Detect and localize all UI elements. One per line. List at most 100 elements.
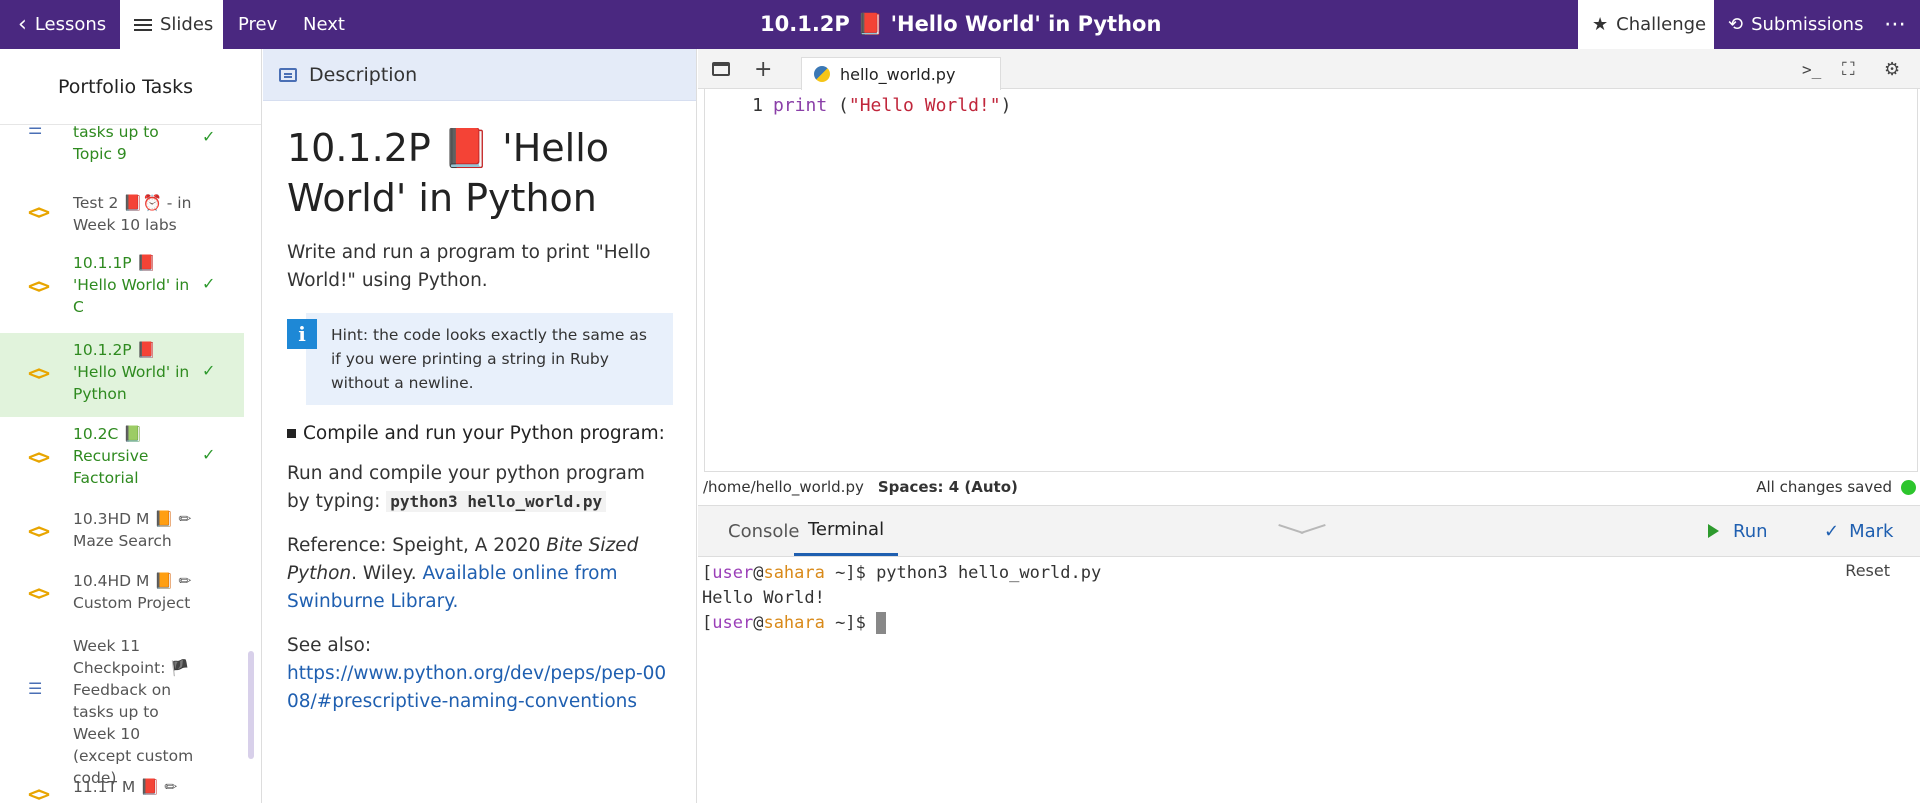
sidebar-item-label: Test 2 📕⏰ - in Week 10 labs [73, 194, 192, 234]
output-tab-bar: Console Terminal Run ✓ Mark [698, 505, 1920, 557]
document-icon: ☰ [28, 126, 43, 138]
prompt-at: @ [753, 613, 764, 633]
description-header-label: Description [309, 63, 418, 86]
task-list: ☰ tasks up to Topic 9 ✓ <> Test 2 📕⏰ - i… [0, 126, 244, 803]
sidebar-item-test-2[interactable]: <> Test 2 📕⏰ - in Week 10 labs [0, 190, 244, 246]
fullscreen-icon[interactable]: ⛶ [1842, 49, 1855, 89]
description-header: Description [263, 49, 696, 101]
editor-status-bar: /home/hello_world.py Spaces: 4 (Auto) Al… [698, 472, 1920, 502]
sidebar-item-checkpoint-9[interactable]: ☰ tasks up to Topic 9 ✓ [0, 126, 244, 175]
submissions-button[interactable]: ⟲ Submissions [1728, 0, 1863, 49]
sidebar-item-10-4hd[interactable]: <> 10.4HD M 📙 ✏ Custom Project [0, 563, 244, 623]
challenge-label: Challenge [1616, 14, 1707, 35]
prompt-host: sahara [763, 613, 825, 633]
top-bar: ‹ Lessons Slides Prev Next 10.1.2P 📕 'He… [0, 0, 1920, 49]
code-icon: <> [28, 274, 50, 298]
document-icon: ☰ [28, 679, 43, 698]
file-path: /home/hello_world.py [703, 478, 864, 496]
code-area[interactable]: 1 print ("Hello World!") [704, 89, 1918, 472]
prev-button[interactable]: Prev [238, 0, 277, 49]
mark-button[interactable]: ✓ Mark [1824, 506, 1893, 556]
check-icon: ✓ [202, 445, 216, 464]
check-icon: ✓ [202, 361, 216, 380]
sidebar-item-label: 10.1.2P 📕 'Hello World' in Python [73, 341, 190, 403]
sidebar-item-10-1-2p[interactable]: <> 10.1.2P 📕 'Hello World' in Python ✓ [0, 333, 244, 417]
gear-icon[interactable]: ⚙ [1884, 49, 1900, 89]
terminal-cursor [876, 612, 887, 634]
code-icon: <> [28, 581, 50, 605]
run-command: python3 hello_world.py [386, 491, 607, 512]
code-icon: <> [28, 445, 50, 469]
lessons-button[interactable]: ‹ Lessons [0, 0, 120, 49]
hint-callout: Hint: the code looks exactly the same as… [287, 313, 673, 405]
section-heading-text: Compile and run your Python program: [303, 423, 665, 444]
prompt-user: user [712, 613, 754, 633]
sidebar-item-10-1-1p[interactable]: <> 10.1.1P 📕 'Hello World' in C ✓ [0, 250, 244, 330]
more-menu-button[interactable]: ⋯ [1884, 0, 1907, 49]
history-icon: ⟲ [1728, 14, 1744, 35]
pep8-link[interactable]: https://www.python.org/dev/peps/pep-0008… [287, 663, 666, 712]
python-icon [814, 66, 830, 82]
saved-indicator-icon [1901, 480, 1916, 495]
sidebar-item-week-11-checkpoint[interactable]: ☰ Week 11 Checkpoint: 🏴 Feedback on task… [0, 626, 244, 787]
terminal-icon[interactable]: >_ [1802, 49, 1821, 89]
prompt-bracket: [ [702, 563, 713, 583]
info-icon: i [287, 319, 317, 349]
prompt-user: user [712, 563, 754, 583]
code-icon: <> [28, 782, 50, 803]
indent-setting[interactable]: Spaces: 4 (Auto) [878, 478, 1018, 496]
reset-button[interactable]: Reset [1845, 561, 1890, 580]
sidebar-item-label: 10.2C 📗 Recursive Factorial [73, 425, 149, 487]
code-paren-close: ) [1000, 95, 1012, 116]
sidebar-item-10-3hd[interactable]: <> 10.3HD M 📙 ✏ Maze Search [0, 501, 244, 561]
see-also-label: See also: [287, 635, 372, 656]
sidebar-item-label: tasks up to Topic 9 [73, 126, 159, 163]
sidebar-scrollbar[interactable] [248, 651, 254, 759]
prompt-suffix: ~]$ [824, 563, 877, 583]
section-heading: Compile and run your Python program: [287, 423, 672, 444]
sidebar-item-label: 11.1T M 📕 ✏ [73, 778, 178, 796]
code-icon: <> [28, 519, 50, 543]
sidebar-title: Portfolio Tasks [0, 49, 261, 125]
sidebar-item-label: 10.3HD M 📙 ✏ Maze Search [73, 510, 192, 550]
description-icon [279, 67, 297, 82]
check-icon: ✓ [202, 127, 216, 146]
tab-terminal[interactable]: Terminal [794, 506, 899, 556]
bullet-square-icon [287, 429, 296, 438]
collapse-chevron-icon[interactable] [1278, 522, 1326, 538]
save-status: All changes saved [1756, 478, 1892, 496]
slides-button[interactable]: Slides [120, 0, 223, 49]
tab-hello-world-py[interactable]: hello_world.py [801, 57, 1001, 90]
terminal-command: python3 hello_world.py [876, 563, 1102, 583]
submissions-label: Submissions [1751, 14, 1864, 35]
chevron-left-icon: ‹ [18, 11, 27, 37]
library-link-period[interactable]: . [453, 591, 459, 612]
file-explorer-icon[interactable] [712, 49, 730, 89]
code-keyword: print [773, 95, 828, 116]
reference-prefix: Reference: Speight, A 2020 [287, 535, 547, 556]
reference: Reference: Speight, A 2020 Bite Sized Py… [287, 532, 672, 616]
sidebar-item-11-1t[interactable]: <> 11.1T M 📕 ✏ [0, 772, 244, 803]
slides-label: Slides [160, 14, 214, 35]
run-instructions: Run and compile your python program by t… [287, 460, 672, 516]
lessons-label: Lessons [34, 14, 107, 35]
prompt-suffix: ~]$ [824, 613, 877, 633]
next-button[interactable]: Next [303, 0, 345, 49]
terminal-line-command: [user@sahara ~]$ python3 hello_world.py [702, 561, 1920, 586]
run-button[interactable]: Run [1708, 506, 1768, 556]
hamburger-icon [134, 16, 152, 34]
line-number: 1 [752, 95, 763, 116]
code-icon: <> [28, 361, 50, 385]
sidebar-item-10-2c[interactable]: <> 10.2C 📗 Recursive Factorial ✓ [0, 417, 244, 497]
sidebar-item-label: 10.1.1P 📕 'Hello World' in C [73, 254, 190, 316]
new-file-button[interactable]: + [754, 49, 772, 89]
terminal-line-output: Hello World! [702, 588, 825, 608]
see-also: See also: https://www.python.org/dev/pep… [287, 632, 672, 716]
play-icon [1708, 524, 1719, 538]
hint-text: Hint: the code looks exactly the same as… [306, 313, 673, 405]
challenge-button[interactable]: ★ Challenge [1578, 0, 1714, 49]
prompt-bracket: [ [702, 613, 713, 633]
check-icon: ✓ [1824, 520, 1840, 542]
prompt-host: sahara [763, 563, 825, 583]
terminal-output[interactable]: [user@sahara ~]$ python3 hello_world.py … [698, 557, 1920, 803]
